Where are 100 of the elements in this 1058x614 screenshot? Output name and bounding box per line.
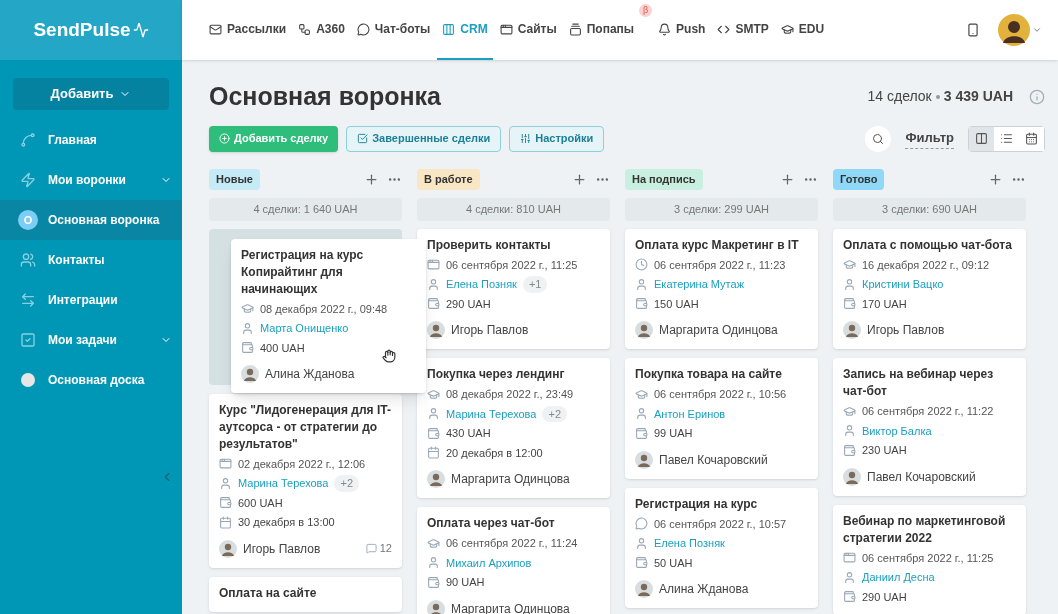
nav-tab[interactable]: CRM <box>437 0 493 60</box>
person-icon <box>843 277 856 291</box>
nav-tab[interactable]: Push <box>653 0 711 60</box>
sidebar-item[interactable]: Интеграции <box>0 280 182 320</box>
deal-card[interactable]: Регистрация на курс Копирайтинг для начинающих 08 декабря 2022 г., 09:48 Марта Онищенко 400 UAH Алина Жданова <box>231 238 426 393</box>
wallet-icon <box>843 297 856 311</box>
deal-card[interactable]: Покупка товара на сайте 06 сентября 2022 г., 10:56 Антон Еринов 99 UAH Павел Кочаровский <box>625 358 818 479</box>
deal-amount: 400 UAH <box>260 340 305 356</box>
owner-name: Маргарита Одинцова <box>451 471 571 488</box>
contact-link[interactable]: Даниил Десна <box>862 569 935 586</box>
wallet-icon <box>427 426 440 440</box>
contact-link[interactable]: Марина Терехова <box>238 475 329 492</box>
sidebar-item[interactable]: Мои задачи <box>0 320 182 360</box>
contact-link[interactable]: Марта Онищенко <box>260 320 349 337</box>
deal-card[interactable]: Оплата курс Макретинг в IT 06 сентября 2022 г., 11:23 Екатерина Мутаж 150 UAH Маргарита Одинцова <box>625 228 818 349</box>
deal-card[interactable]: Курс "Лидогенерация для IT-аутсорса - от стратегии до результатов" 02 декабря 2022 г., 12:06 Марина Терехова +2 600 UAH 30 декабря в 13:00 Игорь Павлов 12 <box>209 393 402 568</box>
calendar-icon <box>219 515 232 529</box>
sidebar-item[interactable]: Главная <box>0 120 182 160</box>
nav-tab[interactable]: EDU <box>775 0 830 60</box>
toolbar-button[interactable]: Настройки <box>509 125 605 152</box>
kanban-icon <box>975 132 988 145</box>
person-icon <box>241 321 254 335</box>
deal-amount: 50 UAH <box>654 555 693 571</box>
deal-card[interactable]: Покупка через лендинг 08 декабря 2022 г., 23:49 Марина Терехова +2 430 UAH 20 декабря в 12:00 Маргарита Одинцова <box>417 358 610 498</box>
toolbar-button[interactable]: Завершенные сделки <box>346 125 502 152</box>
sidebar-item[interactable]: О Основная воронка <box>0 200 182 240</box>
contact-link[interactable]: Кристини Вацко <box>862 276 944 293</box>
toolbar-button[interactable]: Добавить сделку <box>209 125 339 152</box>
add-icon[interactable] <box>988 172 1003 187</box>
lightning-icon <box>20 172 36 188</box>
logo[interactable]: SendPulse <box>33 15 131 45</box>
sidebar-label: Контакты <box>48 252 106 269</box>
wallet-icon <box>427 575 440 589</box>
add-icon[interactable] <box>364 172 379 187</box>
view-button[interactable] <box>994 126 1019 151</box>
deal-card[interactable]: Оплата на сайте <box>209 576 402 612</box>
deal-title: Оплата с помощью чат-бота <box>843 236 1013 254</box>
deal-date: 06 сентября 2022 г., 11:22 <box>862 404 994 419</box>
sidebar-item[interactable]: Основная доска <box>0 360 182 400</box>
deal-title: Оплата через чат-бот <box>427 515 556 532</box>
deal-amount: 290 UAH <box>446 296 491 312</box>
contact-link[interactable]: Екатерина Мутаж <box>654 276 744 293</box>
person-icon <box>427 277 440 291</box>
sidebar-item[interactable]: Мои воронки <box>0 160 182 200</box>
graduation-cap-icon <box>427 387 440 401</box>
deal-sum: 3 439 UAH <box>943 87 1013 107</box>
graduation-cap-icon <box>843 404 856 418</box>
nav-tab[interactable]: SMTP <box>712 0 774 60</box>
wallet-icon <box>635 297 648 311</box>
window-icon <box>499 22 513 36</box>
contact-link[interactable]: Виктор Балка <box>862 422 932 439</box>
deal-date: 06 сентября 2022 г., 11:25 <box>862 550 994 566</box>
deal-date: 06 сентября 2022 г., 10:56 <box>654 387 787 402</box>
caret-icon[interactable] <box>1032 25 1042 35</box>
contact-link[interactable]: Елена Позняк <box>446 276 517 293</box>
deal-title: Регистрация на курс <box>635 495 759 513</box>
deal-date: 08 декабря 2022 г., 09:48 <box>260 301 388 317</box>
person-icon <box>219 476 232 490</box>
extra-contacts-badge: +1 <box>522 276 548 293</box>
wallet-icon <box>843 443 856 457</box>
nav-tab[interactable]: Сайты <box>494 0 562 60</box>
filter-button[interactable]: Фильтр <box>905 128 954 149</box>
contact-link[interactable]: Елена Позняк <box>654 535 725 552</box>
add-icon[interactable] <box>572 172 587 187</box>
view-button[interactable] <box>1019 126 1044 151</box>
search-button[interactable] <box>865 125 892 152</box>
deal-amount: 230 UAH <box>862 443 907 458</box>
deal-card[interactable]: Оплата с помощью чат-бота 16 декабря 2022 г., 09:12 Кристини Вацко 170 UAH Игорь Павлов <box>833 228 1026 349</box>
nav-tab[interactable]: A360 <box>293 0 350 60</box>
mobile-icon[interactable] <box>966 23 980 37</box>
contact-link[interactable]: Антон Еринов <box>654 405 726 422</box>
deal-amount: 99 UAH <box>654 426 693 441</box>
person-icon <box>427 556 440 570</box>
deal-amount: 290 UAH <box>862 589 907 605</box>
owner-name: Игорь Павлов <box>867 322 946 339</box>
deal-date: 06 сентября 2022 г., 11:23 <box>654 257 786 273</box>
contact-link[interactable]: Марина Терехова <box>446 405 537 422</box>
nav-tab[interactable]: Чат-боты <box>351 0 436 60</box>
nav-tab[interactable]: Попапы <box>563 0 640 60</box>
view-button[interactable] <box>969 126 994 151</box>
avatar-icon <box>635 580 653 598</box>
add-button[interactable]: Добавить <box>13 78 169 110</box>
sidebar-item[interactable]: Контакты <box>0 240 182 280</box>
graduation-cap-icon <box>843 258 856 272</box>
sliders-icon <box>520 133 532 144</box>
deal-amount: 150 UAH <box>654 296 699 312</box>
comment-count: 12 <box>379 541 392 557</box>
add-icon[interactable] <box>780 172 795 187</box>
beta-badge: β <box>639 4 653 17</box>
deal-title: Проверить контакты <box>427 236 552 254</box>
contact-link[interactable]: Михаил Архипов <box>446 554 532 571</box>
deal-card[interactable]: Регистрация на курс 06 сентября 2022 г., 10:57 Елена Позняк 50 UAH Алина Жданова <box>625 487 818 608</box>
user-avatar[interactable] <box>998 14 1030 46</box>
nav-tab[interactable]: Рассылки <box>204 0 292 60</box>
deal-card[interactable]: Запись на вебинар через чат-бот 06 сентября 2022 г., 11:22 Виктор Балка 230 UAH Павел Кочаровский <box>833 358 1026 496</box>
line-chart-icon <box>20 132 36 148</box>
owner-name: Павел Кочаровский <box>659 451 769 469</box>
extra-contacts-badge: +2 <box>334 475 359 492</box>
deal-card[interactable]: Проверить контакты 06 сентября 2022 г., 11:25 Елена Позняк +1 290 UAH Игорь Павлов <box>417 228 610 349</box>
deal-card[interactable]: Вебинар по маркетинговой стратегии 2022 06 сентября 2022 г., 11:25 Даниил Десна 290 UAH <box>833 504 1026 614</box>
